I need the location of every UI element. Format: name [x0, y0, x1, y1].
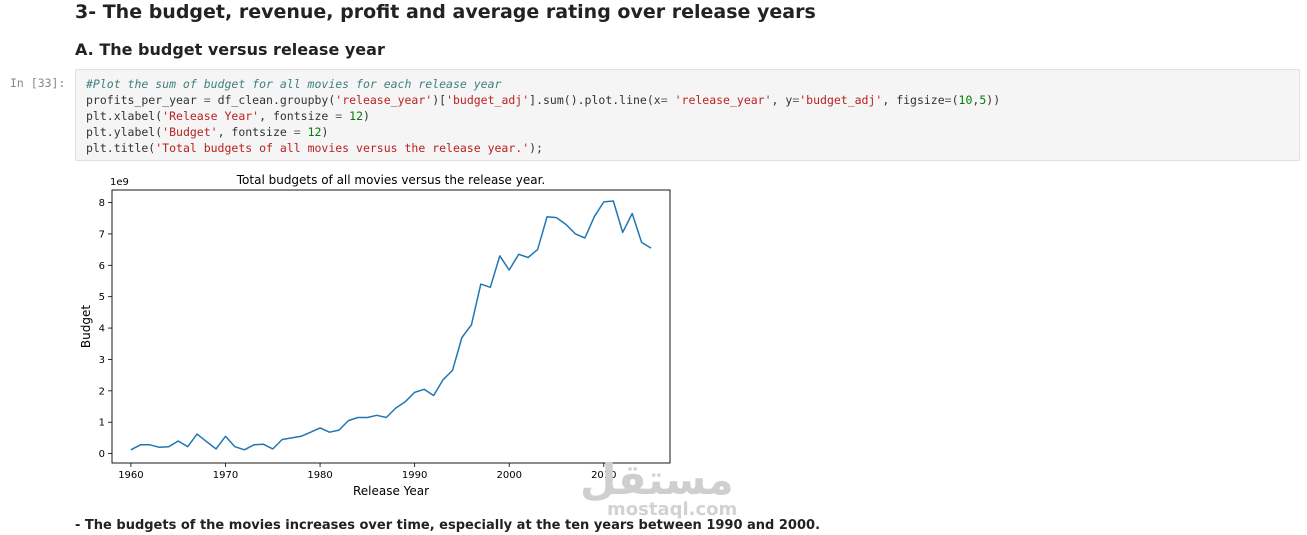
y-tick-label: 3	[99, 355, 105, 366]
x-tick-label: 2000	[496, 470, 521, 481]
x-tick-label: 1970	[213, 470, 238, 481]
y-axis-label: Budget	[79, 305, 93, 348]
y-tick-label: 4	[99, 324, 105, 335]
y-tick-label: 7	[99, 229, 105, 240]
y-offset-label: 1e9	[110, 177, 129, 188]
subsection-heading: A. The budget versus release year	[75, 40, 385, 59]
watermark-arabic: مستقل	[580, 455, 734, 504]
code-line-3: plt.xlabel('Release Year', fontsize = 12…	[86, 109, 370, 123]
watermark-latin: mostaql.com	[607, 499, 738, 520]
cell-prompt: In [33]:	[10, 76, 66, 90]
y-tick-label: 2	[99, 386, 105, 397]
x-axis-label: Release Year	[353, 484, 429, 498]
code-comment: #Plot the sum of budget for all movies f…	[86, 77, 502, 91]
plot-frame	[111, 189, 671, 464]
section-heading: 3- The budget, revenue, profit and avera…	[75, 1, 816, 23]
code-line-4: plt.ylabel('Budget', fontsize = 12)	[86, 125, 329, 139]
x-tick-label: 1980	[307, 470, 332, 481]
code-line-2: profits_per_year = df_clean.groupby('rel…	[86, 93, 1001, 107]
x-tick-label: 1960	[118, 470, 143, 481]
code-line-5: plt.title('Total budgets of all movies v…	[86, 141, 543, 155]
y-tick-label: 5	[99, 292, 105, 303]
budget-series-line	[130, 200, 652, 451]
y-tick-label: 8	[99, 198, 105, 209]
y-tick-label: 0	[99, 449, 105, 460]
code-cell[interactable]: #Plot the sum of budget for all movies f…	[75, 69, 1300, 161]
x-tick-label: 1990	[402, 470, 427, 481]
output-figure: 1960 1970 1980 1990 2000 2010 0 1 2 3 4 5 6 7 8 1e9 Tota…	[75, 165, 695, 505]
y-tick-label: 6	[99, 261, 105, 272]
code-editor[interactable]: #Plot the sum of budget for all movies f…	[86, 76, 1000, 156]
line-chart: 1960 1970 1980 1990 2000 20100123456781e9 Tota…	[79, 173, 671, 498]
markdown-note: - The budgets of the movies increases ov…	[75, 518, 821, 533]
y-tick-label: 1	[99, 418, 105, 429]
chart-title: Total budgets of all movies versus the r…	[236, 173, 546, 187]
